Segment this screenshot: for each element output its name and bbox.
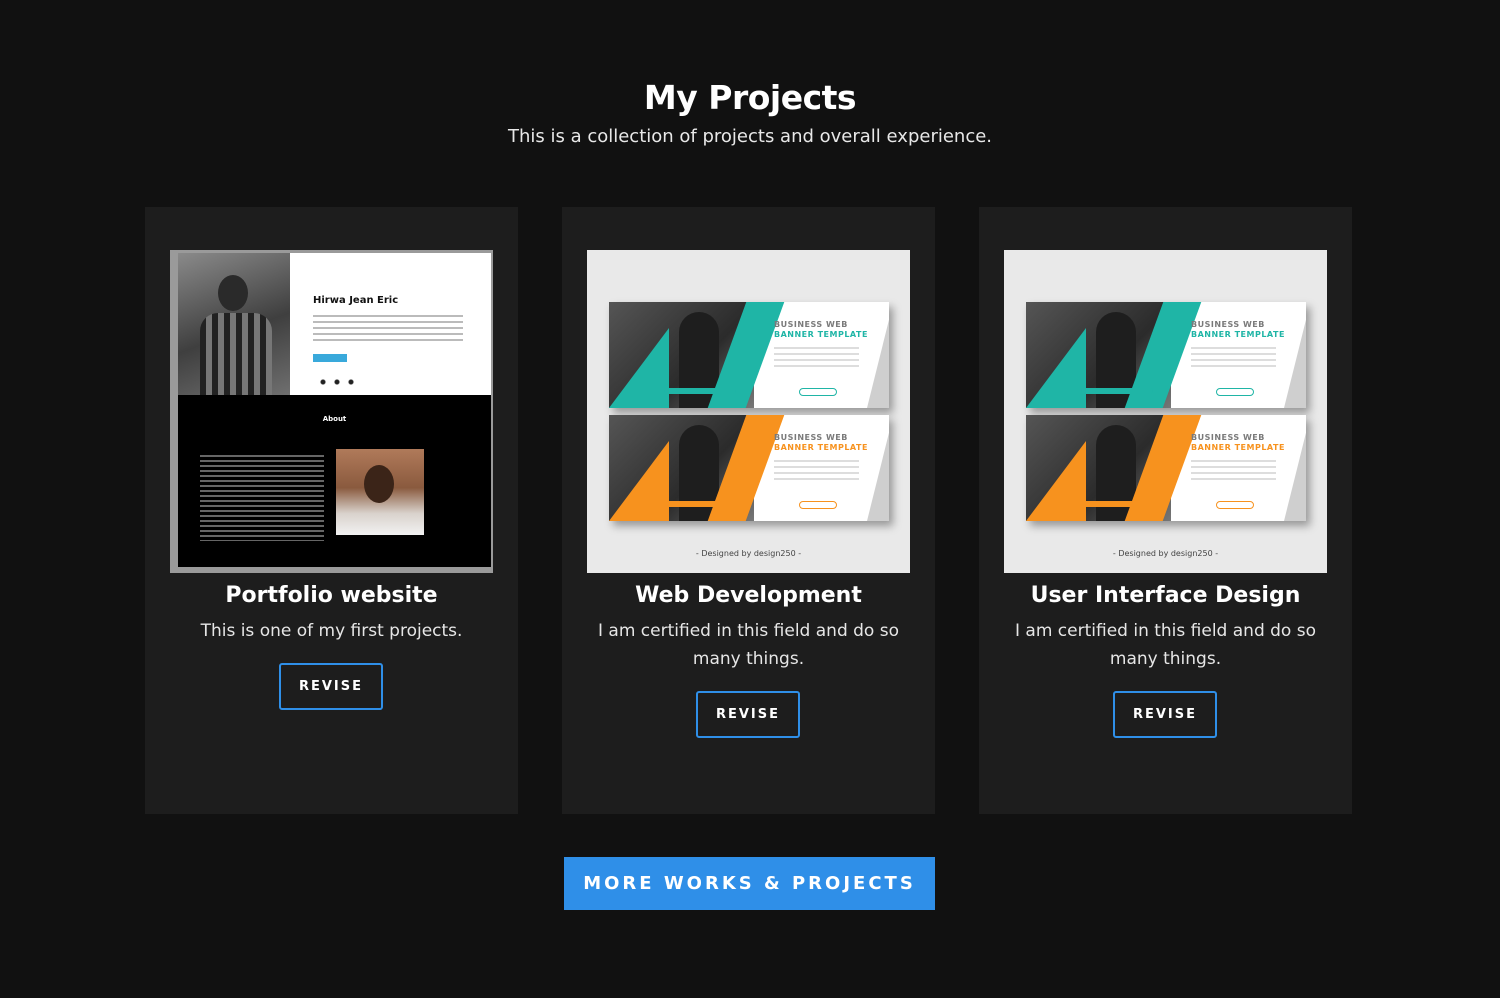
project-title: Web Development xyxy=(635,583,862,608)
banner-orange: BUSINESS WEB BANNER TEMPLATE xyxy=(609,415,889,521)
banner-teal: BUSINESS WEB BANNER TEMPLATE xyxy=(1026,302,1306,408)
social-icons xyxy=(316,379,356,385)
about-photo xyxy=(336,449,424,535)
more-works-button[interactable]: MORE WORKS & PROJECTS xyxy=(564,857,935,910)
section-title: My Projects xyxy=(643,78,857,117)
project-card-ui-design: BUSINESS WEB BANNER TEMPLATE BUSINESS WE… xyxy=(979,207,1352,814)
project-description: I am certified in this field and do so m… xyxy=(1015,621,1316,669)
project-title: User Interface Design xyxy=(1030,583,1301,608)
revise-button[interactable]: REVISE xyxy=(279,663,383,710)
project-thumbnail: Hirwa Jean Eric About xyxy=(170,250,493,573)
portfolio-preview: Hirwa Jean Eric About xyxy=(178,253,491,567)
project-card-portfolio: Hirwa Jean Eric About Portfolio website … xyxy=(145,207,518,814)
project-title: Portfolio website xyxy=(225,583,438,608)
revise-button[interactable]: REVISE xyxy=(1113,691,1217,738)
project-description: I am certified in this field and do so m… xyxy=(598,621,899,669)
preview-name: Hirwa Jean Eric xyxy=(313,295,399,306)
project-card-web-development: BUSINESS WEB BANNER TEMPLATE BUSINESS WE… xyxy=(562,207,935,814)
revise-button[interactable]: REVISE xyxy=(696,691,800,738)
project-description: This is one of my first projects. xyxy=(200,621,463,641)
thumbnail-credit: - Designed by design250 - xyxy=(1112,549,1219,558)
preview-about-heading: About xyxy=(322,415,347,423)
thumbnail-credit: - Designed by design250 - xyxy=(695,549,802,558)
section-subtitle: This is a collection of projects and ove… xyxy=(507,126,993,147)
project-thumbnail: BUSINESS WEB BANNER TEMPLATE BUSINESS WE… xyxy=(587,250,910,573)
banner-teal: BUSINESS WEB BANNER TEMPLATE xyxy=(609,302,889,408)
project-thumbnail: BUSINESS WEB BANNER TEMPLATE BUSINESS WE… xyxy=(1004,250,1327,573)
banner-orange: BUSINESS WEB BANNER TEMPLATE xyxy=(1026,415,1306,521)
portrait-photo xyxy=(178,253,290,395)
